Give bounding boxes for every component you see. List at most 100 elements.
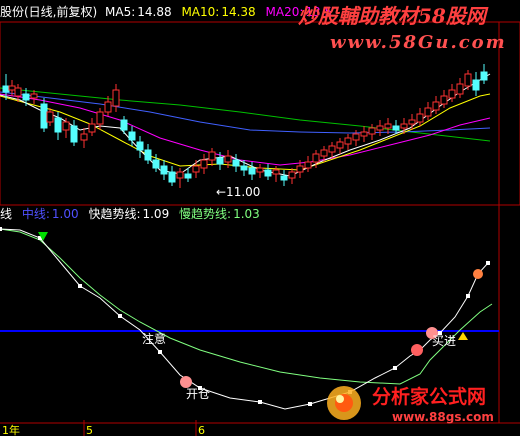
candle-body xyxy=(216,157,224,165)
candle-body xyxy=(368,127,376,135)
candle-body xyxy=(96,111,104,125)
fast-line-value: 1.09 xyxy=(142,207,170,221)
indicator-name: 线 xyxy=(0,207,13,221)
fast-trend-line xyxy=(0,228,489,410)
fast-line-marker xyxy=(78,284,82,288)
fast-line-marker xyxy=(158,350,162,354)
slow-trend-line xyxy=(0,228,493,385)
x-axis-label-3: 6 xyxy=(198,424,205,436)
candlesticks xyxy=(2,64,488,188)
candle-body xyxy=(432,101,440,111)
candle-body xyxy=(14,87,22,97)
candle-body xyxy=(352,133,360,141)
candle-body xyxy=(22,93,30,101)
candle-body xyxy=(360,131,368,137)
candle-body xyxy=(30,93,38,99)
slow-line-label: 慢趋势线: xyxy=(179,207,232,221)
ma5-label: MA5: xyxy=(105,5,136,19)
candle-body xyxy=(232,159,240,167)
fast-line-marker xyxy=(466,294,470,298)
candle-body xyxy=(464,73,472,87)
candle-body xyxy=(120,119,128,131)
candle-body xyxy=(384,123,392,129)
candle-body xyxy=(152,159,160,169)
candle-body xyxy=(200,159,208,169)
fast-line-marker xyxy=(308,402,312,406)
candle-body xyxy=(376,125,384,131)
mid-line-value: 1.00 xyxy=(51,207,79,221)
candle-body xyxy=(448,89,456,99)
yellow-up-arrow xyxy=(458,332,468,340)
top-watermark-url: www.58Gu.com xyxy=(330,32,507,53)
candle-body xyxy=(46,111,54,123)
candle-body xyxy=(112,89,120,107)
candle-body xyxy=(208,151,216,161)
fast-line-marker xyxy=(393,366,397,370)
candle-body xyxy=(416,113,424,123)
peak-signal-marker xyxy=(473,269,483,279)
fast-line-markers xyxy=(0,227,490,406)
candle-body xyxy=(472,79,480,91)
candle-body xyxy=(272,169,280,175)
candle-body xyxy=(224,155,232,163)
fast-line-label: 快趋势线: xyxy=(88,207,141,221)
x-axis-label-2: 5 xyxy=(86,424,93,436)
bottom-logo-icon xyxy=(327,386,361,420)
candle-body xyxy=(192,165,200,173)
candle-body xyxy=(480,71,488,81)
candle-body xyxy=(168,171,176,183)
candle-body xyxy=(400,123,408,129)
fast-line-marker xyxy=(258,400,262,404)
candle-body xyxy=(344,137,352,145)
candle-body xyxy=(456,83,464,95)
fast-line-marker xyxy=(0,227,2,231)
candle-body xyxy=(104,101,112,113)
candle-body xyxy=(288,171,296,179)
candle-body xyxy=(128,131,136,141)
candle-body xyxy=(70,125,78,143)
candle-body xyxy=(256,167,264,173)
indicator-header: 线 中线: 1.00 快趋势线: 1.09 慢趋势线: 1.03 xyxy=(0,207,260,221)
note-watch-label: 注意 xyxy=(142,331,166,346)
candle-body xyxy=(264,169,272,177)
candle-body xyxy=(80,133,88,141)
candle-body xyxy=(392,125,400,131)
candle-body xyxy=(184,173,192,179)
candle-body xyxy=(296,165,304,173)
x-axis-label-1: 1年 xyxy=(2,423,20,436)
candle-body xyxy=(312,153,320,163)
fast-line-marker xyxy=(486,261,490,265)
candle-body xyxy=(54,117,62,133)
ma10-label: MA10: xyxy=(181,5,220,19)
candle-body xyxy=(88,123,96,133)
bottom-watermark-url: www.88gs.com xyxy=(392,410,494,424)
fast-line-marker xyxy=(118,314,122,318)
candle-body xyxy=(176,171,184,179)
low-price-annotation: ←11.00 xyxy=(216,185,260,199)
candle-body xyxy=(160,165,168,175)
buy-signal-marker-1 xyxy=(411,344,423,356)
candle-body xyxy=(144,149,152,161)
candle-body xyxy=(240,165,248,171)
candle-body xyxy=(320,149,328,157)
candle-body xyxy=(280,175,288,181)
ma10-value: 14.38 xyxy=(221,5,256,19)
candle-body xyxy=(424,107,432,117)
bottom-watermark-title: 分析家公式网 xyxy=(372,386,487,408)
candle-body xyxy=(136,141,144,151)
chart-title: 股份(日线,前复权) xyxy=(0,5,98,19)
note-bottom-label: 开仓 xyxy=(186,387,210,401)
candle-body xyxy=(2,85,10,93)
candle-body xyxy=(336,141,344,149)
candle-body xyxy=(304,161,312,169)
header-row: 股份(日线,前复权) MA5: 14.88 MA10: 14.38 MA20: 13.… xyxy=(0,5,332,19)
candle-body xyxy=(40,103,48,129)
candle-body xyxy=(8,85,16,91)
candle-body xyxy=(328,145,336,153)
candle-body xyxy=(248,167,256,175)
candle-body xyxy=(62,121,70,131)
mid-line-label: 中线: xyxy=(21,207,50,221)
candle-body xyxy=(408,119,416,125)
note-buy-label: 买进 xyxy=(432,334,456,348)
candle-body xyxy=(440,95,448,105)
